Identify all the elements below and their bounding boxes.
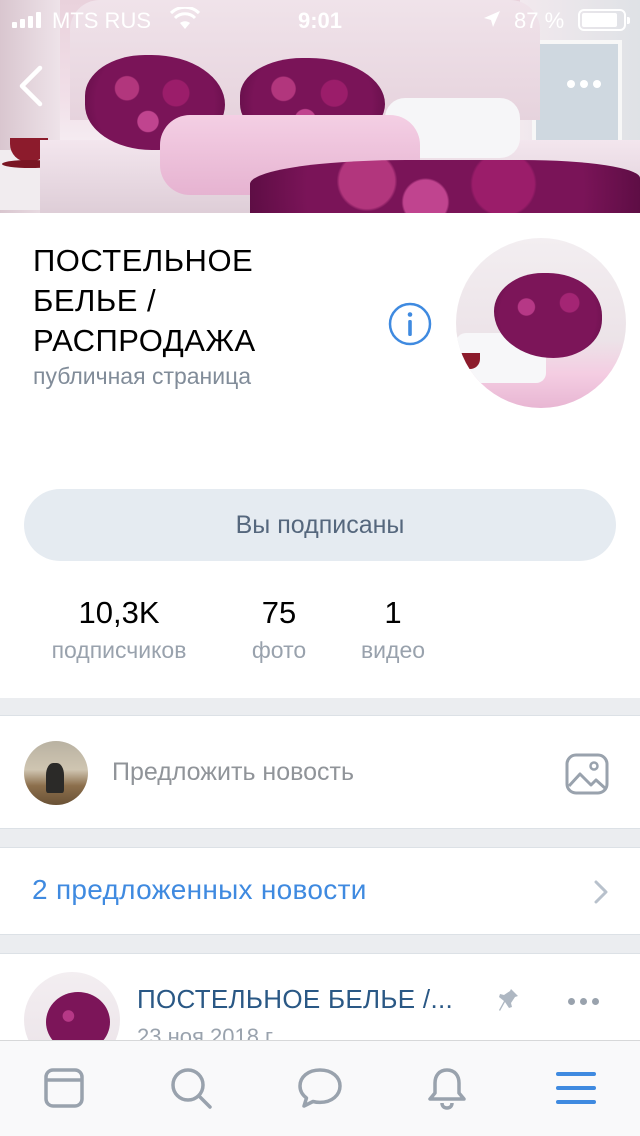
news-icon (44, 1068, 84, 1108)
group-type: публичная страница (33, 363, 252, 389)
chevron-right-icon (594, 880, 608, 904)
image-icon[interactable] (564, 752, 610, 796)
battery-icon (578, 9, 630, 31)
post-more-button[interactable] (568, 998, 599, 1005)
counter-value: 10,3K (78, 595, 160, 630)
messages-icon (298, 1068, 342, 1108)
notifications-icon (428, 1068, 466, 1110)
search-icon (171, 1068, 212, 1109)
counter-videos[interactable]: 1 видео (350, 593, 436, 667)
post-author[interactable]: ПОСТЕЛЬНОЕ БЕЛЬЕ /... (137, 984, 453, 1015)
battery-percent: 87 % (514, 8, 565, 33)
counters: 10,3K подписчиков 75 фото 1 видео (0, 593, 640, 673)
more-dot (580, 998, 587, 1005)
counter-label: видео (360, 637, 426, 663)
tab-messages[interactable] (295, 1063, 345, 1113)
more-button[interactable] (562, 72, 606, 96)
tab-menu[interactable] (551, 1063, 601, 1113)
subscribed-button[interactable]: Вы подписаны (24, 489, 616, 561)
counter-label: подписчиков (51, 637, 187, 663)
counter-value: 75 (261, 595, 297, 630)
group-title: ПОСТЕЛЬНОЕ БЕЛЬЕ / РАСПРОДАЖА (33, 243, 256, 358)
counter-subscribers[interactable]: 10,3K подписчиков (30, 593, 208, 667)
more-dot (592, 998, 599, 1005)
pin-icon (499, 989, 518, 1011)
suggested-news-link[interactable]: 2 предложенных новости (0, 847, 640, 935)
suggest-post-input[interactable]: Предложить новость (112, 758, 354, 787)
counter-photos[interactable]: 75 фото (244, 593, 314, 667)
tab-notifications[interactable] (422, 1063, 472, 1113)
group-avatar[interactable] (456, 238, 626, 408)
pinned-post[interactable]: ПОСТЕЛЬНОЕ БЕЛЬЕ /... 23 ноя 2018 г. (0, 953, 640, 1043)
location-arrow-icon (484, 11, 500, 27)
post-author-avatar[interactable] (24, 972, 120, 1043)
user-avatar (24, 741, 88, 805)
tab-search[interactable] (166, 1063, 216, 1113)
info-icon[interactable] (387, 301, 433, 347)
status-bar: MTS RUS 9:01 87 % (0, 0, 640, 40)
back-button[interactable] (14, 62, 50, 110)
counter-label: фото (251, 637, 307, 663)
tab-bar (0, 1040, 640, 1136)
group-profile: ПОСТЕЛЬНОЕ БЕЛЬЕ / РАСПРОДАЖА публичная … (0, 213, 640, 698)
counter-value: 1 (384, 595, 402, 630)
suggest-post-bar[interactable]: Предложить новость (0, 715, 640, 829)
suggested-news-text: 2 предложенных новости (32, 874, 367, 905)
menu-icon (556, 1072, 596, 1104)
more-dot (580, 80, 588, 88)
more-dot (568, 998, 575, 1005)
tab-news[interactable] (39, 1063, 89, 1113)
more-dot (593, 80, 601, 88)
more-dot (567, 80, 575, 88)
